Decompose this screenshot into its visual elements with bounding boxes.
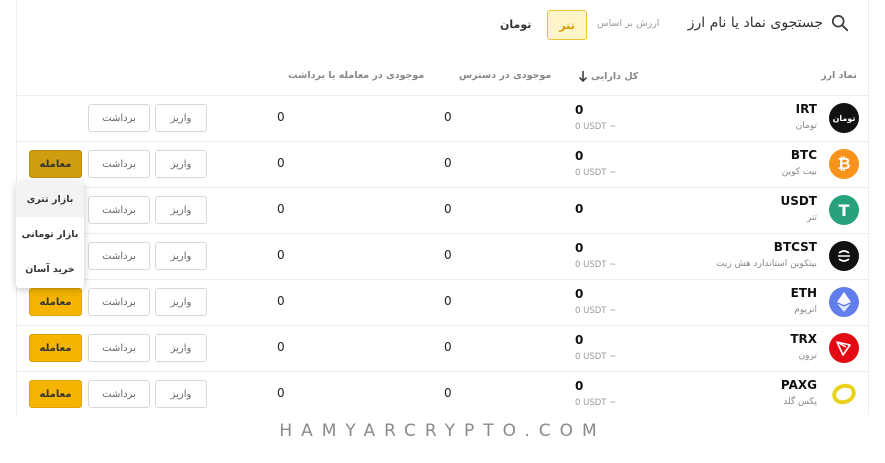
in-trade-balance: 0 (277, 340, 285, 354)
column-total[interactable]: کل دارایی (578, 70, 638, 82)
toman-icon: تومان (829, 103, 859, 133)
value-base-label: ارزش بر اساس (597, 18, 660, 29)
search-box[interactable]: جستجوی نماد یا نام ارز (688, 14, 849, 32)
total-usdt: 0 USDT ~ (575, 352, 617, 362)
available-balance: 0 (444, 294, 452, 308)
coin-symbol: PAXG (780, 378, 817, 392)
value-base-tether[interactable]: تتر (547, 10, 587, 40)
trade-button[interactable]: معامله (29, 334, 82, 362)
deposit-button[interactable]: واریز (155, 334, 207, 362)
available-balance: 0 (444, 386, 452, 400)
coin-symbol: USDT (780, 194, 817, 208)
trade-dropdown-menu: بازار تتری بازار تومانی خرید آسان (16, 182, 84, 288)
in-trade-balance: 0 (277, 248, 285, 262)
available-balance: 0 (444, 248, 452, 262)
total-usdt: 0 USDT ~ (575, 306, 617, 316)
coin-symbol: TRX (790, 332, 817, 346)
in-trade-balance: 0 (277, 156, 285, 170)
coin-symbol: BTC (790, 148, 817, 162)
tether-icon: T (829, 195, 859, 225)
pax-gold-logo-icon (832, 383, 856, 405)
available-balance: 0 (444, 340, 452, 354)
coin-name: بیت کوین (781, 167, 817, 177)
withdraw-button[interactable]: برداشت (88, 288, 150, 316)
coin-name: ترون (798, 351, 817, 361)
total-balance: 0 (575, 202, 584, 216)
withdraw-button[interactable]: برداشت (88, 104, 150, 132)
trade-button[interactable]: معامله (29, 380, 82, 408)
withdraw-button[interactable]: برداشت (88, 334, 150, 362)
in-trade-balance: 0 (277, 386, 285, 400)
deposit-button[interactable]: واریز (155, 196, 207, 224)
available-balance: 0 (444, 110, 452, 124)
coin-symbol: ETH (790, 286, 817, 300)
withdraw-button[interactable]: برداشت (88, 196, 150, 224)
deposit-button[interactable]: واریز (155, 380, 207, 408)
table-row: تومان IRT تومان 0 0 USDT ~ 0 0 واریز برد… (16, 95, 869, 141)
table-row: ETH اتریوم 0 0 USDT ~ 0 0 واریز برداشت م… (16, 279, 869, 325)
ethereum-logo-icon (837, 292, 851, 312)
btcst-logo-icon (838, 250, 850, 262)
btcst-icon (829, 241, 859, 271)
deposit-button[interactable]: واریز (155, 104, 207, 132)
table-row: TRX ترون 0 0 USDT ~ 0 0 واریز برداشت معا… (16, 325, 869, 371)
coin-symbol: IRT (795, 102, 817, 116)
sort-down-icon (578, 71, 588, 82)
withdraw-button[interactable]: برداشت (88, 380, 150, 408)
withdraw-button[interactable]: برداشت (88, 242, 150, 270)
table-row: ₿ BTC بیت کوین 0 0 USDT ~ 0 0 واریز بردا… (16, 141, 869, 187)
in-trade-balance: 0 (277, 110, 285, 124)
menu-item-tether-market[interactable]: بازار تتری (16, 182, 84, 217)
column-in-trade: موجودی در معامله یا برداشت (288, 70, 425, 81)
search-input[interactable]: جستجوی نماد یا نام ارز (688, 15, 823, 31)
in-trade-balance: 0 (277, 294, 285, 308)
deposit-button[interactable]: واریز (155, 242, 207, 270)
value-base-toman[interactable]: تومان (500, 18, 531, 31)
pax-gold-icon (829, 379, 859, 409)
column-available: موجودی در دسترس (459, 70, 552, 81)
total-balance: 0 (575, 103, 584, 117)
total-balance: 0 (575, 241, 584, 255)
coin-name: تومان (795, 121, 817, 131)
tron-icon (829, 333, 859, 363)
trade-button[interactable]: معامله (29, 150, 82, 178)
column-total-label: کل دارایی (591, 70, 639, 82)
search-icon (831, 14, 849, 32)
total-balance: 0 (575, 287, 584, 301)
coin-name: تتر (806, 213, 817, 223)
total-balance: 0 (575, 333, 584, 347)
coin-name: پکس گلد (783, 397, 817, 407)
column-symbol: نماد ارز (821, 70, 857, 81)
total-usdt: 0 USDT ~ (575, 260, 617, 270)
tron-logo-icon (836, 341, 851, 356)
coin-name: بیتکوین استاندارد هش ریت (716, 259, 817, 269)
withdraw-button[interactable]: برداشت (88, 150, 150, 178)
total-usdt: 0 USDT ~ (575, 168, 617, 178)
coin-name: اتریوم (794, 305, 817, 315)
ethereum-icon (829, 287, 859, 317)
total-balance: 0 (575, 379, 584, 393)
total-balance: 0 (575, 149, 584, 163)
menu-item-toman-market[interactable]: بازار تومانی (16, 217, 84, 252)
total-usdt: 0 USDT ~ (575, 122, 617, 132)
deposit-button[interactable]: واریز (155, 150, 207, 178)
table-row: PAXG پکس گلد 0 0 USDT ~ 0 0 واریز برداشت… (16, 371, 869, 417)
bitcoin-icon: ₿ (829, 149, 859, 179)
in-trade-balance: 0 (277, 202, 285, 216)
coin-symbol: BTCST (773, 240, 817, 254)
trade-button[interactable]: معامله (29, 288, 82, 316)
deposit-button[interactable]: واریز (155, 288, 207, 316)
available-balance: 0 (444, 202, 452, 216)
menu-item-easy-buy[interactable]: خرید آسان (16, 252, 84, 287)
watermark-text: HAMYARCRYPTO.COM (279, 421, 606, 441)
available-balance: 0 (444, 156, 452, 170)
table-row: BTCST بیتکوین استاندارد هش ریت 0 0 USDT … (16, 233, 869, 279)
total-usdt: 0 USDT ~ (575, 398, 617, 408)
table-row: T USDT تتر 0 0 0 واریز برداشت (16, 187, 869, 233)
